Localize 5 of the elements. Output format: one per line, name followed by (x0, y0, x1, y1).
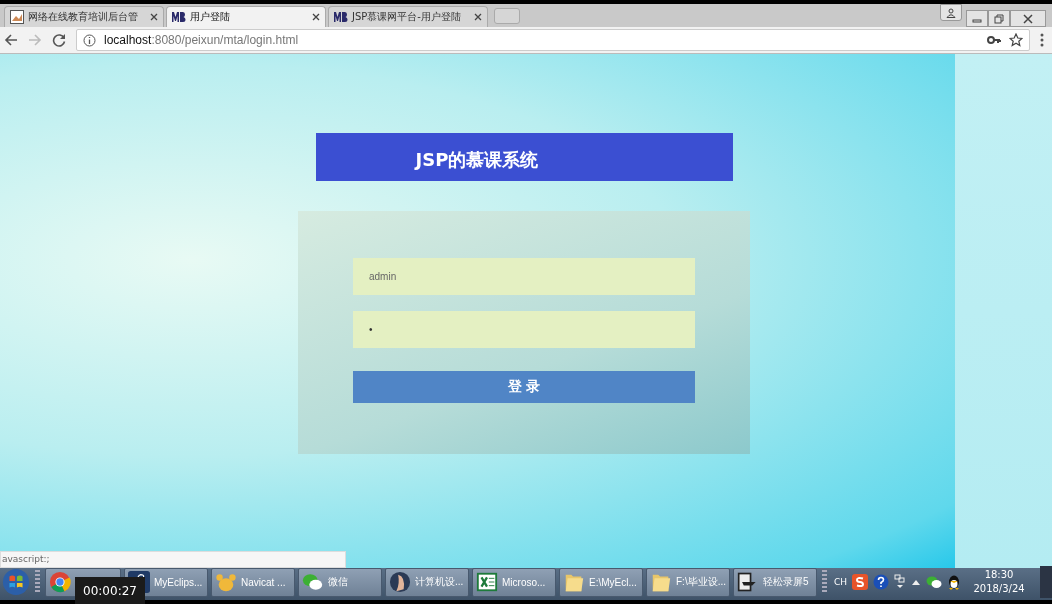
site-title: JSP的慕课系统 (415, 148, 539, 172)
clock-time: 18:30 (984, 568, 1014, 582)
clock-date: 2018/3/24 (973, 582, 1025, 596)
status-bubble: avascript:; (0, 551, 346, 568)
recording-timer-toast: 00:00:27 (75, 577, 145, 604)
